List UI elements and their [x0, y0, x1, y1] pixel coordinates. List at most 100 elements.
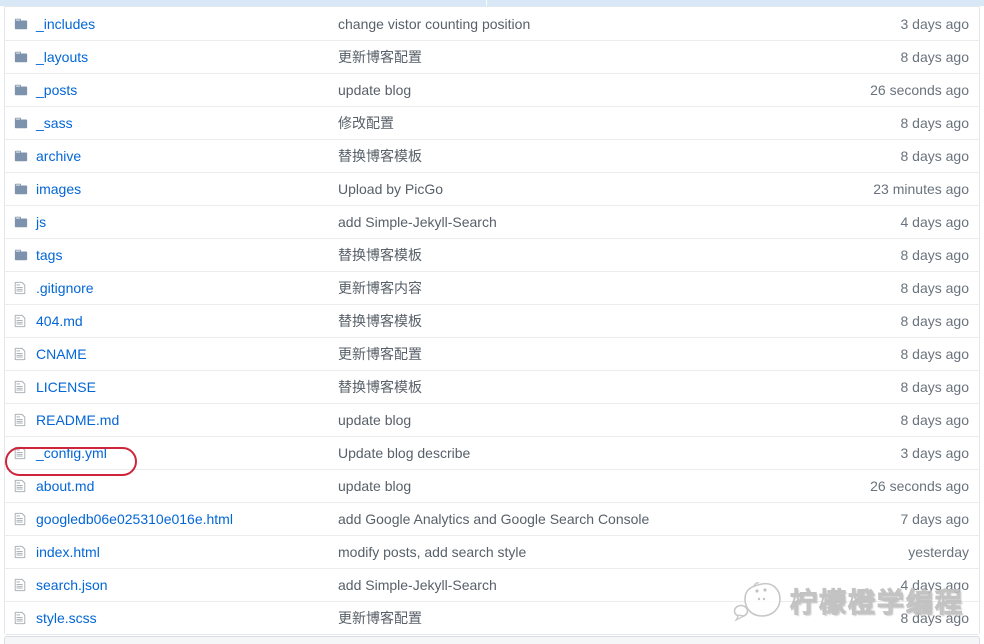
- table-row: _posts update blog 26 seconds ago: [5, 73, 979, 106]
- commit-time: 26 seconds ago: [829, 82, 979, 98]
- commit-message-link[interactable]: update blog: [338, 412, 411, 428]
- file-name-cell: images: [5, 181, 338, 197]
- commit-time: 4 days ago: [829, 577, 979, 593]
- commit-message-cell: 更新博客配置: [338, 344, 829, 364]
- table-row: style.scss 更新博客配置 8 days ago: [5, 601, 979, 634]
- commit-time: 8 days ago: [829, 313, 979, 329]
- folder-icon: [14, 215, 30, 229]
- file-icon: [14, 545, 30, 559]
- table-row: tags 替换博客模板 8 days ago: [5, 238, 979, 271]
- table-row: index.html modify posts, add search styl…: [5, 535, 979, 568]
- file-link[interactable]: archive: [36, 148, 81, 164]
- commit-time: 8 days ago: [829, 49, 979, 65]
- file-link[interactable]: index.html: [36, 544, 100, 560]
- file-link[interactable]: search.json: [36, 577, 108, 593]
- file-icon: [14, 512, 30, 526]
- file-name-cell: _includes: [5, 16, 338, 32]
- file-link[interactable]: .gitignore: [36, 280, 94, 296]
- file-icon: [14, 281, 30, 295]
- commit-message-link[interactable]: 替换博客模板: [338, 379, 422, 395]
- file-link[interactable]: _sass: [36, 115, 73, 131]
- file-table: _includes change vistor counting positio…: [4, 6, 980, 635]
- file-name-cell: _config.yml: [5, 445, 338, 461]
- commit-message-link[interactable]: 更新博客配置: [338, 346, 422, 362]
- commit-message-link[interactable]: 更新博客配置: [338, 610, 422, 626]
- commit-message-link[interactable]: change vistor counting position: [338, 16, 530, 32]
- commit-message-cell: change vistor counting position: [338, 16, 829, 32]
- commit-message-link[interactable]: update blog: [338, 82, 411, 98]
- file-link[interactable]: _includes: [36, 16, 95, 32]
- file-name-cell: _layouts: [5, 49, 338, 65]
- commit-message-link[interactable]: 替换博客模板: [338, 148, 422, 164]
- commit-message-cell: 替换博客模板: [338, 146, 829, 166]
- commit-message-cell: 更新博客配置: [338, 47, 829, 67]
- file-icon: [14, 347, 30, 361]
- file-link[interactable]: LICENSE: [36, 379, 96, 395]
- commit-message-cell: update blog: [338, 82, 829, 98]
- file-icon: [14, 479, 30, 493]
- table-row: js add Simple-Jekyll-Search 4 days ago: [5, 205, 979, 238]
- file-link[interactable]: style.scss: [36, 610, 97, 626]
- table-row: archive 替换博客模板 8 days ago: [5, 139, 979, 172]
- commit-time: 7 days ago: [829, 511, 979, 527]
- file-link[interactable]: 404.md: [36, 313, 83, 329]
- commit-time: 8 days ago: [829, 610, 979, 626]
- commit-message-cell: Upload by PicGo: [338, 181, 829, 197]
- file-link[interactable]: _config.yml: [36, 445, 107, 461]
- commit-message-link[interactable]: update blog: [338, 478, 411, 494]
- commit-time: 3 days ago: [829, 16, 979, 32]
- file-name-cell: index.html: [5, 544, 338, 560]
- commit-time: yesterday: [829, 544, 979, 560]
- table-row: about.md update blog 26 seconds ago: [5, 469, 979, 502]
- commit-time: 8 days ago: [829, 247, 979, 263]
- commit-message-cell: 更新博客配置: [338, 608, 829, 628]
- file-link[interactable]: _layouts: [36, 49, 88, 65]
- table-row: _config.yml Update blog describe 3 days …: [5, 436, 979, 469]
- commit-message-cell: add Google Analytics and Google Search C…: [338, 511, 829, 527]
- file-table-rows: _includes change vistor counting positio…: [5, 7, 979, 634]
- commit-message-link[interactable]: modify posts, add search style: [338, 544, 526, 560]
- file-name-cell: archive: [5, 148, 338, 164]
- commit-message-link[interactable]: 替换博客模板: [338, 313, 422, 329]
- table-row: README.md update blog 8 days ago: [5, 403, 979, 436]
- table-row: CNAME 更新博客配置 8 days ago: [5, 337, 979, 370]
- commit-message-cell: add Simple-Jekyll-Search: [338, 577, 829, 593]
- file-link[interactable]: CNAME: [36, 346, 87, 362]
- folder-icon: [14, 83, 30, 97]
- commit-message-link[interactable]: 修改配置: [338, 115, 394, 131]
- file-link[interactable]: images: [36, 181, 81, 197]
- commit-message-cell: update blog: [338, 412, 829, 428]
- file-name-cell: tags: [5, 247, 338, 263]
- commit-time: 4 days ago: [829, 214, 979, 230]
- file-name-cell: 404.md: [5, 313, 338, 329]
- folder-icon: [14, 116, 30, 130]
- file-link[interactable]: tags: [36, 247, 62, 263]
- file-name-cell: googledb06e025310e016e.html: [5, 511, 338, 527]
- commit-message-link[interactable]: add Simple-Jekyll-Search: [338, 577, 497, 593]
- commit-message-link[interactable]: add Simple-Jekyll-Search: [338, 214, 497, 230]
- commit-time: 8 days ago: [829, 412, 979, 428]
- file-name-cell: LICENSE: [5, 379, 338, 395]
- table-row: googledb06e025310e016e.html add Google A…: [5, 502, 979, 535]
- commit-time: 3 days ago: [829, 445, 979, 461]
- file-name-cell: CNAME: [5, 346, 338, 362]
- commit-time: 8 days ago: [829, 379, 979, 395]
- file-link[interactable]: googledb06e025310e016e.html: [36, 511, 233, 527]
- file-link[interactable]: _posts: [36, 82, 77, 98]
- file-name-cell: js: [5, 214, 338, 230]
- commit-message-link[interactable]: 更新博客配置: [338, 49, 422, 65]
- commit-message-link[interactable]: Update blog describe: [338, 445, 470, 461]
- table-row: _includes change vistor counting positio…: [5, 7, 979, 40]
- commit-time: 8 days ago: [829, 115, 979, 131]
- table-row: images Upload by PicGo 23 minutes ago: [5, 172, 979, 205]
- table-row: _layouts 更新博客配置 8 days ago: [5, 40, 979, 73]
- file-link[interactable]: README.md: [36, 412, 119, 428]
- commit-message-cell: 替换博客模板: [338, 311, 829, 331]
- commit-message-cell: modify posts, add search style: [338, 544, 829, 560]
- file-link[interactable]: js: [36, 214, 46, 230]
- commit-message-link[interactable]: 替换博客模板: [338, 247, 422, 263]
- file-link[interactable]: about.md: [36, 478, 94, 494]
- commit-message-link[interactable]: add Google Analytics and Google Search C…: [338, 511, 649, 527]
- commit-message-link[interactable]: 更新博客内容: [338, 280, 422, 296]
- commit-message-link[interactable]: Upload by PicGo: [338, 181, 443, 197]
